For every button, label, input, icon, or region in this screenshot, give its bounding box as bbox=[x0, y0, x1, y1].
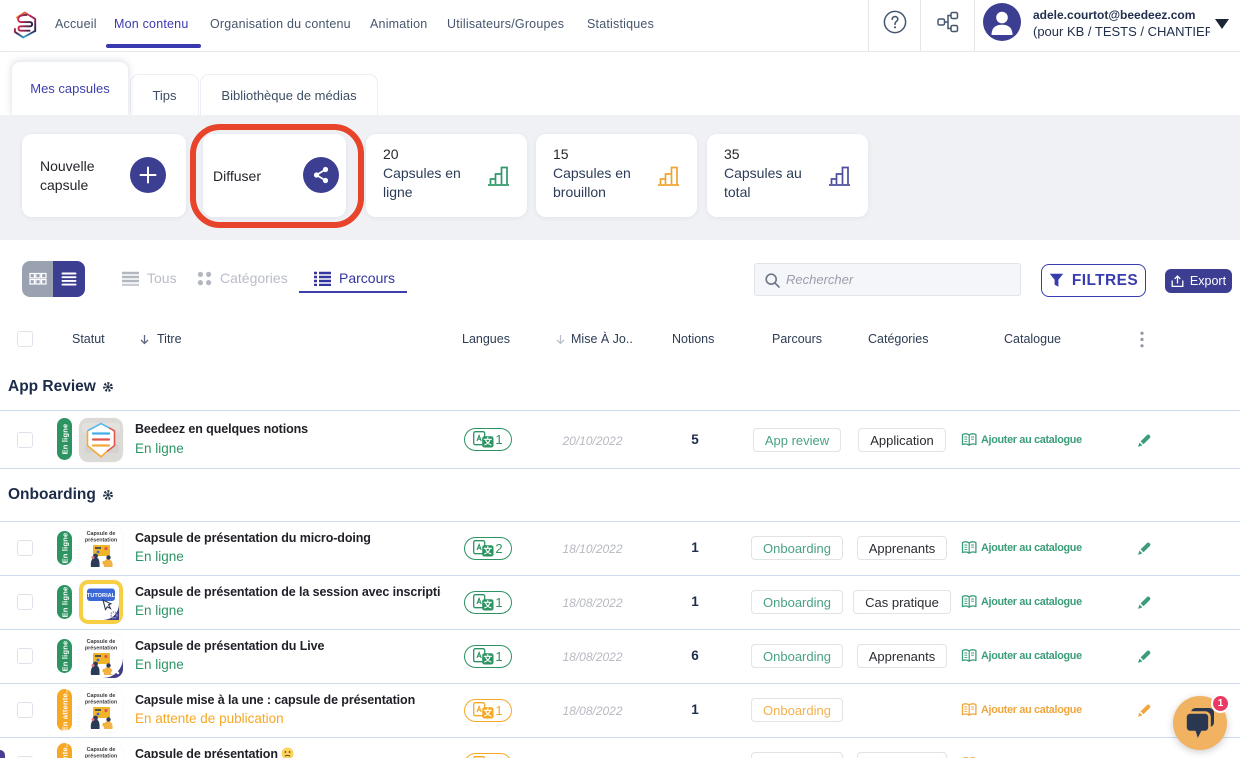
svg-text:TUTORIAL: TUTORIAL bbox=[87, 593, 116, 599]
svg-text:Capsule de: Capsule de bbox=[87, 693, 116, 699]
svg-text:Capsule de: Capsule de bbox=[87, 639, 116, 645]
svg-text:Capsule de: Capsule de bbox=[87, 747, 116, 753]
svg-text:Capsule de: Capsule de bbox=[87, 531, 116, 537]
svg-text:présentation: présentation bbox=[85, 700, 117, 706]
svg-text:présentation: présentation bbox=[85, 646, 117, 652]
svg-text:présentation: présentation bbox=[85, 754, 117, 758]
svg-text:présentation: présentation bbox=[85, 538, 117, 544]
